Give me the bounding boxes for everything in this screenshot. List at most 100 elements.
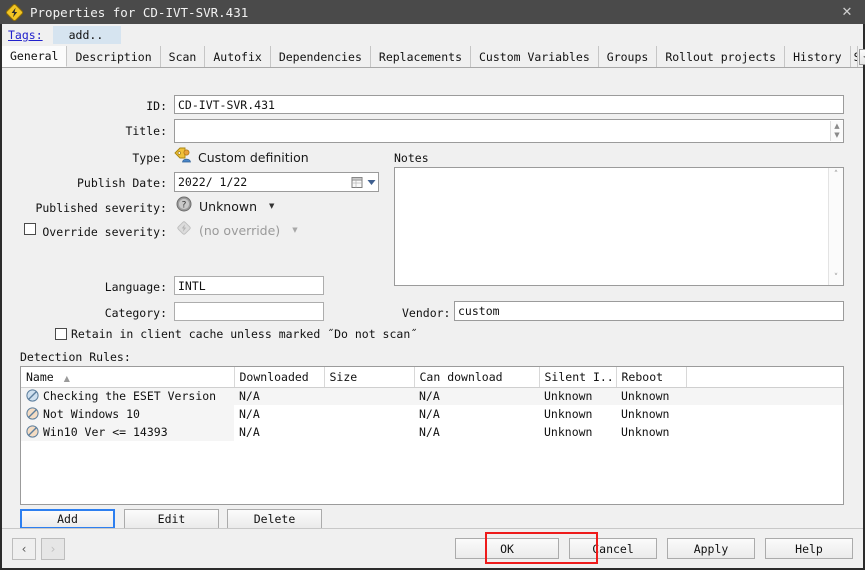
- vendor-value: custom: [458, 304, 500, 318]
- published-severity-value-row[interactable]: ? Unknown ▼: [176, 196, 274, 216]
- custom-definition-icon: [174, 147, 192, 167]
- id-label: ID:: [62, 99, 167, 113]
- calendar-dropdown-icon[interactable]: [348, 174, 378, 190]
- table-row[interactable]: Checking the ESET Version N/A N/A Unknow…: [21, 387, 843, 405]
- tab-custom-variables[interactable]: Custom Variables: [471, 46, 599, 67]
- action-buttons: OK Cancel Apply Help: [455, 538, 853, 559]
- table-row[interactable]: Win10 Ver <= 14393 N/A N/A Unknown Unkno…: [21, 423, 843, 441]
- tab-groups[interactable]: Groups: [599, 46, 658, 67]
- scroll-down-icon[interactable]: ˅: [834, 273, 839, 283]
- apply-button[interactable]: Apply: [667, 538, 755, 559]
- language-field[interactable]: INTL: [174, 276, 324, 295]
- notes-label: Notes: [394, 151, 429, 165]
- publish-date-value: 2022/ 1/22: [178, 175, 348, 189]
- id-value: CD-IVT-SVR.431: [178, 98, 275, 112]
- tab-label: Rollout projects: [665, 50, 776, 64]
- scroll-up-icon[interactable]: ˄: [834, 170, 839, 180]
- dialog-footer: ‹ › OK Cancel Apply Help: [2, 528, 863, 568]
- cell-can-download: N/A: [414, 405, 539, 423]
- tab-label: Description: [75, 50, 151, 64]
- tab-partial[interactable]: S: [851, 46, 858, 67]
- tab-label: Scan: [169, 50, 197, 64]
- tags-add-button[interactable]: add..: [53, 26, 122, 44]
- tab-scroll-controls: ◄ ►: [858, 46, 865, 67]
- cell-downloaded: N/A: [234, 423, 324, 441]
- cell-reboot: Unknown: [616, 387, 686, 405]
- cell-name: Win10 Ver <= 14393: [21, 423, 234, 441]
- properties-dialog: Properties for CD-IVT-SVR.431 ✕ Tags: ad…: [0, 0, 865, 570]
- title-spinner[interactable]: ▲ ▼: [830, 121, 843, 141]
- cell-filler: [686, 405, 843, 423]
- rules-grid: Name▲ Downloaded Size Can download Silen…: [21, 367, 843, 441]
- spinner-down-icon: ▼: [834, 132, 839, 139]
- column-label: Name: [26, 370, 54, 384]
- cell-name: Not Windows 10: [21, 405, 234, 423]
- override-severity-value-row: (no override) ▼: [176, 220, 298, 240]
- tab-dependencies[interactable]: Dependencies: [271, 46, 371, 67]
- column-header-silent-install[interactable]: Silent I...: [539, 367, 616, 387]
- window-title: Properties for CD-IVT-SVR.431: [30, 5, 248, 20]
- tab-label: History: [793, 50, 841, 64]
- help-button[interactable]: Help: [765, 538, 853, 559]
- dialog-client-area: Tags: add.. General Description Scan Aut…: [0, 24, 865, 570]
- notes-value: [395, 168, 828, 285]
- close-icon[interactable]: ✕: [829, 0, 865, 24]
- vendor-label: Vendor:: [402, 306, 450, 320]
- tab-label: Custom Variables: [479, 50, 590, 64]
- cell-size: [324, 423, 414, 441]
- cell-filler: [686, 423, 843, 441]
- title-field[interactable]: ▲ ▼: [174, 119, 844, 143]
- publish-date-label: Publish Date:: [42, 176, 167, 190]
- notes-textarea[interactable]: ˄ ˅: [394, 167, 844, 286]
- tab-scan[interactable]: Scan: [161, 46, 206, 67]
- table-row[interactable]: Not Windows 10 N/A N/A Unknown Unknown: [21, 405, 843, 423]
- category-label: Category:: [52, 306, 167, 320]
- vendor-field[interactable]: custom: [454, 301, 844, 321]
- tab-description[interactable]: Description: [67, 46, 160, 67]
- notes-scrollbar[interactable]: ˄ ˅: [828, 168, 843, 285]
- tab-label: Autofix: [213, 50, 261, 64]
- blocked-rule-icon: [26, 425, 39, 438]
- tab-label: Replacements: [379, 50, 462, 64]
- column-header-can-download[interactable]: Can download: [414, 367, 539, 387]
- delete-button[interactable]: Delete: [227, 509, 322, 529]
- cell-downloaded: N/A: [234, 405, 324, 423]
- cancel-button[interactable]: Cancel: [569, 538, 657, 559]
- add-button[interactable]: Add: [20, 509, 115, 529]
- tags-link[interactable]: Tags:: [8, 28, 43, 42]
- language-label: Language:: [52, 280, 167, 294]
- tab-label: Groups: [607, 50, 649, 64]
- column-header-downloaded[interactable]: Downloaded: [234, 367, 324, 387]
- column-header-size[interactable]: Size: [324, 367, 414, 387]
- chevron-down-icon[interactable]: ▼: [269, 202, 274, 210]
- tab-scroll-left-icon[interactable]: ◄: [859, 49, 865, 65]
- blocked-rule-icon: [26, 389, 39, 402]
- publish-date-field[interactable]: 2022/ 1/22: [174, 172, 379, 192]
- previous-button[interactable]: ‹: [12, 538, 36, 560]
- column-header-filler: [686, 367, 843, 387]
- id-field[interactable]: CD-IVT-SVR.431: [174, 95, 844, 114]
- tags-row: Tags: add..: [2, 24, 863, 46]
- tab-general[interactable]: General: [2, 46, 67, 67]
- tab-rollout-projects[interactable]: Rollout projects: [657, 46, 785, 67]
- edit-button[interactable]: Edit: [124, 509, 219, 529]
- svg-text:?: ?: [182, 201, 187, 211]
- cell-silent-install: Unknown: [539, 387, 616, 405]
- column-header-reboot[interactable]: Reboot: [616, 367, 686, 387]
- detection-rules-label: Detection Rules:: [20, 350, 131, 364]
- checkbox-box: [55, 328, 67, 340]
- tab-replacements[interactable]: Replacements: [371, 46, 471, 67]
- question-mark-icon: ?: [176, 196, 192, 216]
- category-field[interactable]: [174, 302, 324, 321]
- retain-in-cache-checkbox[interactable]: Retain in client cache unless marked ˝Do…: [55, 327, 417, 341]
- ok-button[interactable]: OK: [455, 538, 559, 559]
- table-header-row: Name▲ Downloaded Size Can download Silen…: [21, 367, 843, 387]
- nav-buttons: ‹ ›: [12, 538, 65, 560]
- tab-autofix[interactable]: Autofix: [205, 46, 270, 67]
- next-button[interactable]: ›: [41, 538, 65, 560]
- detection-rules-table[interactable]: Name▲ Downloaded Size Can download Silen…: [20, 366, 844, 505]
- published-severity-label: Published severity:: [22, 201, 167, 215]
- blocked-rule-icon: [26, 407, 39, 420]
- tab-history[interactable]: History: [785, 46, 850, 67]
- column-header-name[interactable]: Name▲: [21, 367, 234, 387]
